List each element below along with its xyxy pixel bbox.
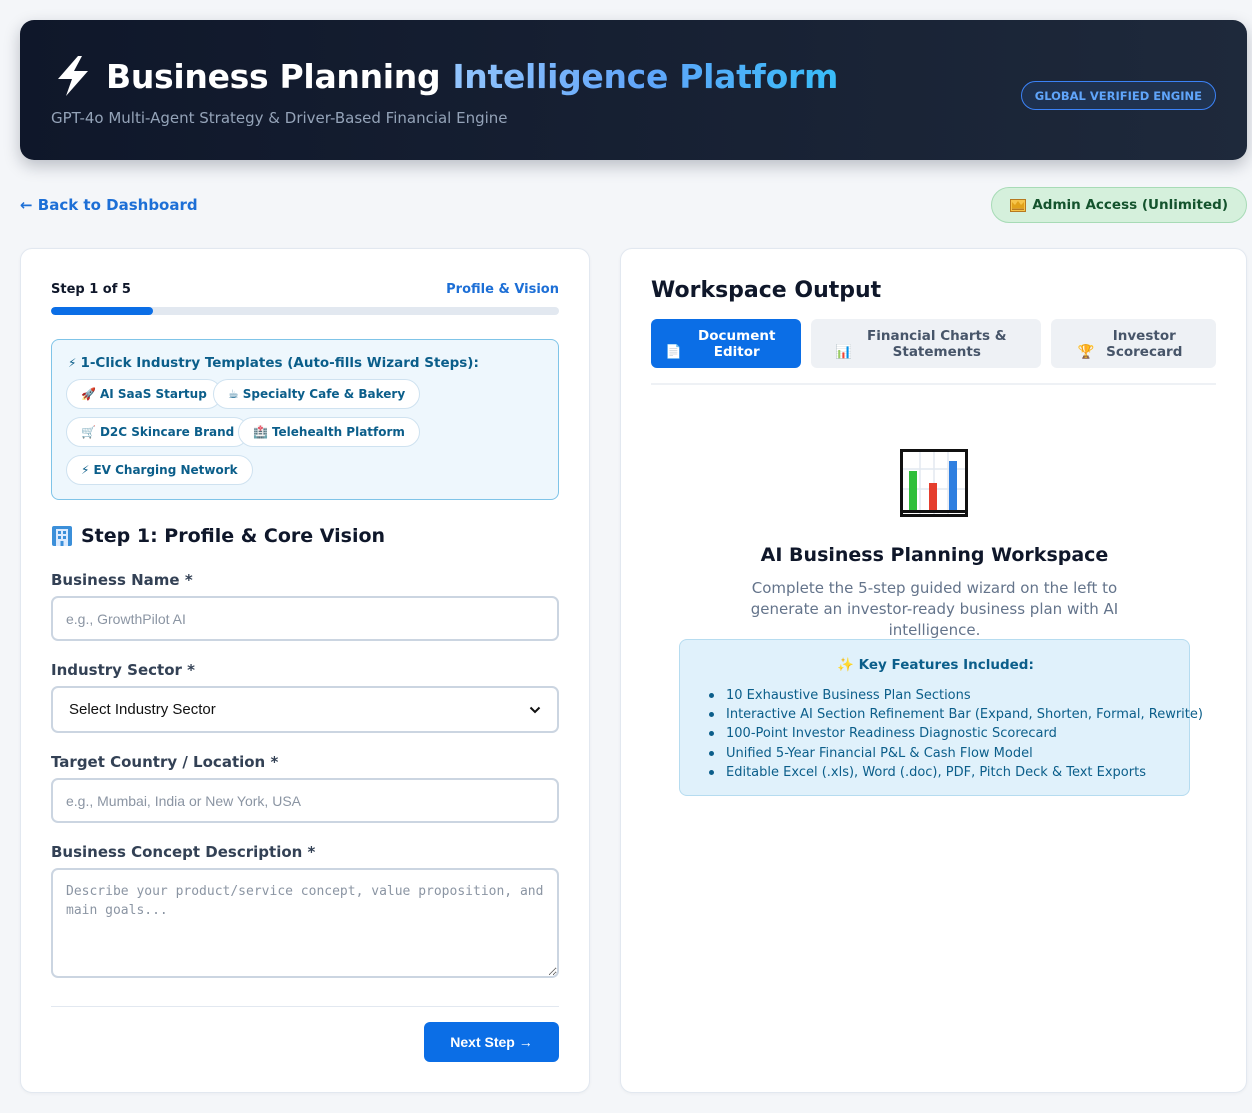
feature-item: Editable Excel (.xls), Word (.doc), PDF,…: [709, 763, 1203, 782]
template-chip-label: AI SaaS Startup: [99, 387, 207, 401]
document-icon: 📄: [665, 343, 683, 360]
bar-chart-icon: [900, 449, 968, 517]
bar-chart-icon: 📊: [835, 343, 853, 360]
app-title: Business Planning Intelligence Platform: [52, 54, 838, 98]
trophy-icon: 🏆: [1077, 343, 1095, 360]
office-building-icon: [52, 526, 72, 546]
empty-state-title: AI Business Planning Workspace: [760, 544, 1109, 566]
title-part-1: Business Planning: [106, 56, 441, 96]
hospital-icon: 🏥: [253, 425, 268, 439]
tab-financial-charts[interactable]: 📊 Financial Charts & Statements: [811, 319, 1041, 368]
description-label: Business Concept Description *: [51, 843, 316, 861]
tab-divider: [651, 383, 1216, 385]
lightning-bolt-icon: [58, 56, 88, 96]
feature-item: 100-Point Investor Readiness Diagnostic …: [709, 724, 1203, 743]
hero-banner: Business Planning Intelligence Platform …: [20, 20, 1247, 160]
tab-label: Investor Scorecard: [1106, 327, 1183, 360]
step-section-title: Step 1: Profile & Core Vision: [51, 525, 385, 547]
template-chip-cafe[interactable]: ☕ Specialty Cafe & Bakery: [213, 379, 421, 409]
tab-content: 🏆 Investor Scorecard: [1078, 328, 1190, 360]
crown-icon: [1010, 198, 1027, 212]
feature-item: 10 Exhaustive Business Plan Sections: [709, 686, 1203, 705]
tab-document-editor[interactable]: 📄 Document Editor: [651, 319, 801, 368]
template-chip-skincare[interactable]: 🛒 D2C Skincare Brand: [66, 417, 250, 447]
key-features-panel: ✨ Key Features Included: 10 Exhaustive B…: [679, 639, 1203, 796]
feature-item: Unified 5-Year Financial P&L & Cash Flow…: [709, 744, 1203, 763]
industry-sector-value: Select Industry Sector: [69, 701, 216, 718]
admin-access-badge: Admin Access (Unlimited): [991, 187, 1247, 223]
next-step-button[interactable]: Next Step →: [424, 1022, 559, 1062]
admin-access-label: Admin Access (Unlimited): [1032, 197, 1228, 213]
chevron-down-icon: [529, 706, 541, 713]
step-indicator: Step 1 of 5 Profile & Vision: [51, 282, 559, 297]
coffee-icon: ☕: [228, 387, 239, 401]
business-name-label: Business Name *: [51, 571, 193, 589]
step-count: Step 1 of 5: [51, 282, 131, 297]
location-label: Target Country / Location *: [51, 753, 279, 771]
industry-templates-panel: ⚡ 1-Click Industry Templates (Auto-fills…: [51, 339, 559, 500]
form-divider: [51, 1006, 559, 1007]
tab-content: 📄 Document Editor: [665, 328, 787, 360]
app-subtitle: GPT-4o Multi-Agent Strategy & Driver-Bas…: [51, 109, 508, 127]
templates-heading-text: 1-Click Industry Templates (Auto-fills W…: [80, 355, 479, 371]
workspace-title: Workspace Output: [651, 278, 882, 303]
section-title-text: Step 1: Profile & Core Vision: [81, 525, 386, 547]
lightning-icon: ⚡: [81, 463, 90, 477]
title-part-2: Intelligence Platform: [452, 56, 839, 96]
lightning-icon: ⚡: [68, 356, 77, 370]
templates-heading: ⚡ 1-Click Industry Templates (Auto-fills…: [68, 355, 479, 371]
verified-engine-badge: GLOBAL VERIFIED ENGINE: [1020, 81, 1216, 110]
template-chip-label: Specialty Cafe & Bakery: [242, 387, 406, 401]
feature-list: 10 Exhaustive Business Plan Sections Int…: [709, 686, 1203, 782]
industry-sector-label: Industry Sector *: [51, 661, 195, 679]
empty-state-description: Complete the 5-step guided wizard on the…: [750, 579, 1119, 639]
tab-label: Financial Charts & Statements: [867, 327, 1007, 360]
cart-icon: 🛒: [81, 425, 96, 439]
feature-item: Interactive AI Section Refinement Bar (E…: [709, 705, 1203, 724]
tab-investor-scorecard[interactable]: 🏆 Investor Scorecard: [1051, 319, 1216, 368]
wizard-card: Step 1 of 5 Profile & Vision ⚡ 1-Click I…: [20, 248, 590, 1093]
template-chip-ev-charging[interactable]: ⚡ EV Charging Network: [66, 455, 253, 485]
progress-bar: [51, 307, 559, 315]
business-name-input[interactable]: [51, 596, 559, 641]
template-chip-label: D2C Skincare Brand: [99, 425, 235, 439]
step-name: Profile & Vision: [446, 282, 559, 297]
tab-content: 📊 Financial Charts & Statements: [835, 328, 1017, 360]
template-chip-label: EV Charging Network: [93, 463, 238, 477]
workspace-card: Workspace Output 📄 Document Editor 📊 Fin…: [620, 248, 1247, 1093]
template-chip-telehealth[interactable]: 🏥 Telehealth Platform: [238, 417, 420, 447]
template-chip-label: Telehealth Platform: [271, 425, 405, 439]
business-description-textarea[interactable]: [51, 868, 559, 978]
progress-fill: [51, 307, 153, 315]
tab-label: Document Editor: [698, 327, 776, 360]
industry-sector-select[interactable]: Select Industry Sector: [51, 686, 559, 733]
back-to-dashboard-link[interactable]: ← Back to Dashboard: [20, 196, 198, 214]
template-chip-ai-saas[interactable]: 🚀 AI SaaS Startup: [66, 379, 222, 409]
location-input[interactable]: [51, 778, 559, 823]
rocket-icon: 🚀: [81, 387, 96, 401]
key-features-heading: ✨ Key Features Included:: [837, 657, 1034, 673]
